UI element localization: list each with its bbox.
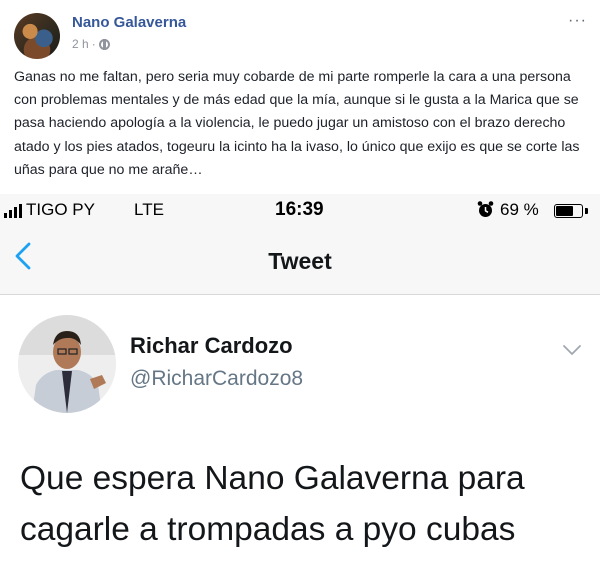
post-text: Ganas no me faltan, pero seria muy cobar…	[14, 69, 580, 178]
meta-separator: ·	[91, 37, 96, 51]
page-title: Tweet	[268, 248, 332, 274]
tweet-text: Que espera Nano Galaverna para cagarle a…	[20, 460, 525, 548]
author-name[interactable]: Nano Galaverna	[72, 14, 186, 31]
tweet-card: Richar Cardozo @RicharCardozo8 Que esper…	[0, 295, 600, 562]
carrier-name: TIGO PY	[26, 200, 95, 219]
facebook-post: Nano Galaverna 2 h · ··· Ganas no me fal…	[0, 0, 600, 194]
globe-icon	[98, 38, 110, 50]
tweet-author-avatar[interactable]	[18, 315, 116, 413]
status-bar: TIGO PY LTE 16:39 69 %	[0, 194, 600, 228]
battery-level	[556, 206, 573, 216]
battery-percent: 69 %	[500, 200, 539, 219]
alarm-clock-icon	[477, 200, 494, 224]
author-avatar[interactable]	[14, 13, 60, 59]
post-time[interactable]: 2 h	[72, 37, 89, 51]
tweet-menu-button[interactable]	[562, 343, 582, 361]
signal-icon	[4, 204, 22, 218]
battery-icon	[554, 204, 583, 218]
status-time: 16:39	[275, 199, 324, 220]
phone-screenshot: TIGO PY LTE 16:39 69 % Tweet Richar Card…	[0, 194, 600, 562]
post-meta: 2 h ·	[72, 37, 110, 51]
post-options-button[interactable]: ···	[568, 12, 587, 30]
battery-tip	[585, 208, 588, 214]
tweet-nav-bar: Tweet	[0, 228, 600, 295]
tweet-author-name[interactable]: Richar Cardozo	[130, 333, 293, 359]
tweet-author-handle[interactable]: @RicharCardozo8	[130, 367, 303, 391]
chevron-down-icon	[563, 345, 581, 355]
network-type: LTE	[134, 200, 164, 219]
